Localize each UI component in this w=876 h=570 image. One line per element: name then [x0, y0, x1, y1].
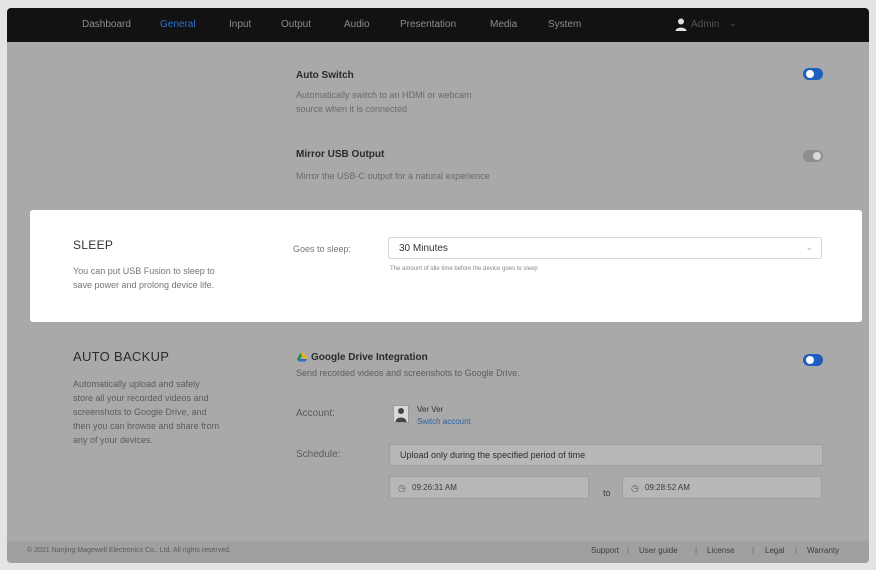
clock-icon: ◷ — [631, 483, 639, 493]
nav-input[interactable]: Input — [229, 19, 251, 30]
sleep-hint: The amount of idle time before the devic… — [390, 266, 538, 272]
top-nav: Dashboard General Input Output Audio Pre… — [7, 8, 869, 42]
footer: © 2021 Nanjing Magewell Electronics Co.,… — [7, 541, 869, 563]
chevron-down-icon[interactable]: ⌄ — [729, 18, 737, 29]
start-time-value: 09:26:31 AM — [412, 483, 457, 492]
app-window: Dashboard General Input Output Audio Pre… — [7, 8, 869, 563]
sleep-desc: You can put USB Fusion to sleep to save … — [73, 264, 268, 292]
auto-switch-toggle[interactable] — [803, 68, 823, 80]
switch-account-link[interactable]: Switch account — [417, 417, 471, 426]
avatar-person-icon — [395, 408, 407, 422]
account-label: Account: — [296, 408, 335, 419]
schedule-value: Upload only during the specified period … — [400, 450, 586, 460]
sleep-desc-line-2: save power and prolong device life. — [73, 280, 215, 290]
copyright: © 2021 Nanjing Magewell Electronics Co.,… — [27, 547, 231, 554]
gdrive-desc: Send recorded videos and screenshots to … — [296, 368, 520, 378]
sleep-desc-line-1: You can put USB Fusion to sleep to — [73, 266, 215, 276]
footer-link-support[interactable]: Support — [591, 546, 619, 555]
footer-divider: | — [627, 546, 630, 555]
footer-link-license[interactable]: License — [707, 546, 735, 555]
clock-icon: ◷ — [398, 483, 406, 493]
chevron-down-icon: ⌄ — [805, 242, 813, 252]
chevron-down-icon: ⌄ — [806, 449, 814, 459]
footer-divider: | — [752, 546, 755, 555]
footer-link-warranty[interactable]: Warranty — [807, 546, 839, 555]
mirror-usb-title: Mirror USB Output — [296, 149, 385, 160]
sleep-label: Goes to sleep: — [293, 244, 352, 254]
sleep-duration-value: 30 Minutes — [399, 243, 448, 254]
mirror-usb-desc: Mirror the USB-C output for a natural ex… — [296, 171, 490, 181]
nav-dashboard[interactable]: Dashboard — [82, 19, 131, 30]
footer-link-legal[interactable]: Legal — [765, 546, 785, 555]
schedule-label: Schedule: — [296, 449, 341, 460]
footer-divider: | — [795, 546, 798, 555]
start-time-input[interactable]: ◷ 09:26:31 AM — [389, 476, 589, 499]
nav-output[interactable]: Output — [281, 19, 311, 30]
nav-presentation[interactable]: Presentation — [400, 19, 456, 30]
backup-desc-line: Automatically upload and safely — [73, 379, 200, 389]
nav-media[interactable]: Media — [490, 19, 517, 30]
auto-switch-desc-2: source when it is connected — [296, 104, 408, 114]
end-time-value: 09:28:52 AM — [645, 483, 690, 492]
user-menu[interactable]: Admin — [691, 19, 719, 30]
user-icon[interactable] — [675, 18, 687, 31]
backup-desc-line: store all your recorded videos and — [73, 393, 209, 403]
backup-desc-line: then you can browse and share from — [73, 421, 220, 431]
footer-link-user-guide[interactable]: User guide — [639, 546, 678, 555]
gdrive-toggle[interactable] — [803, 354, 823, 366]
schedule-select[interactable]: Upload only during the specified period … — [389, 444, 823, 466]
end-time-input[interactable]: ◷ 09:28:52 AM — [622, 476, 822, 499]
backup-desc-line: screenshots to Google Drive, and — [73, 407, 207, 417]
google-drive-icon — [297, 353, 307, 362]
mirror-usb-toggle[interactable] — [803, 150, 823, 162]
footer-divider: | — [695, 546, 698, 555]
sleep-duration-select[interactable]: 30 Minutes ⌄ — [388, 237, 822, 259]
sleep-title: SLEEP — [73, 238, 114, 252]
sleep-section: SLEEP You can put USB Fusion to sleep to… — [30, 210, 862, 322]
auto-switch-title: Auto Switch — [296, 70, 354, 81]
backup-desc: Automatically upload and safely store al… — [73, 377, 263, 447]
avatar — [393, 405, 409, 423]
nav-general[interactable]: General — [160, 19, 196, 30]
to-label: to — [603, 488, 611, 498]
backup-title: AUTO BACKUP — [73, 349, 170, 364]
nav-audio[interactable]: Audio — [344, 19, 370, 30]
auto-switch-desc-1: Automatically switch to an HDMI or webca… — [296, 90, 472, 100]
nav-system[interactable]: System — [548, 19, 581, 30]
backup-desc-line: any of your devices. — [73, 435, 154, 445]
account-name: Ver Ver — [417, 405, 444, 414]
gdrive-title: Google Drive Integration — [311, 352, 428, 363]
